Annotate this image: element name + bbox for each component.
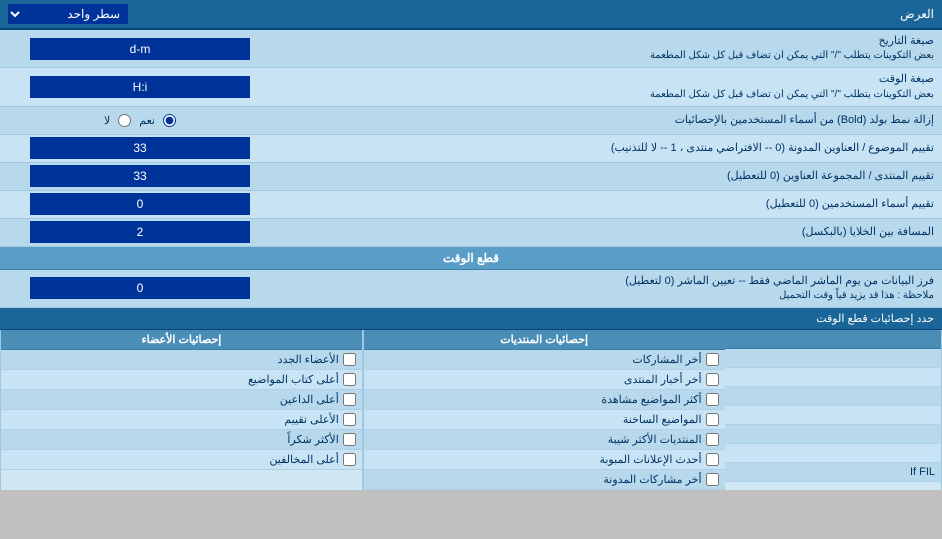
cutoff-days-input[interactable] [30,277,250,299]
cutoff-days-note: ملاحظة : هذا قد يزيد قياً وقت التحميل [288,289,934,303]
checkbox-posts-3[interactable] [706,393,719,406]
user-names-row: تقييم أسماء المستخدمين (0 للتعطيل) [0,191,942,219]
date-format-row: صيغة التاريخ بعض التكوينات يتطلب "/" الت… [0,30,942,68]
bold-no-label: لا [104,114,110,127]
stats-members-1: الأعضاء الجدد [1,350,362,370]
date-format-input[interactable] [30,38,250,60]
checkbox-members-4[interactable] [343,413,356,426]
stats-posts-6: أحدث الإعلانات المبوبة [364,450,725,470]
header-row: العرض سطر واحد سطرين ثلاثة أسطر [0,0,942,30]
gap-row: المسافة بين الخلايا (بالبكسل) [0,219,942,247]
checkbox-members-6[interactable] [343,453,356,466]
gap-input-cell [0,219,280,245]
user-names-label: تقييم أسماء المستخدمين (0 للتعطيل) [280,193,942,216]
stats-members-3: أعلى الداعين [1,390,362,410]
time-format-note: بعض التكوينات يتطلب "/" التي يمكن ان تضا… [288,88,934,102]
time-format-label: صيغة الوقت بعض التكوينات يتطلب "/" التي … [280,68,942,105]
forum-order-row: تقييم الموضوع / العناوين المدونة (0 -- ا… [0,135,942,163]
stats-col-members: إحصائيات الأعضاء الأعضاء الجدد أعلى كتاب… [0,330,363,490]
forum-order-input-cell [0,135,280,161]
stats-col-empty: If FIL [725,330,942,490]
stats-posts-2: أخر أخبار المنتدى [364,370,725,390]
bold-no-radio[interactable] [118,114,131,127]
gap-input[interactable] [30,221,250,243]
cutoff-days-input-cell [0,275,280,301]
stats-posts-7: أخر مشاركات المدونة [364,470,725,490]
checkbox-posts-2[interactable] [706,373,719,386]
stats-empty-5 [725,425,941,444]
cutoff-days-row: فرز البيانات من يوم الماشر الماضي فقط --… [0,270,942,308]
user-names-input-cell [0,191,280,217]
stats-header-label: حدد إحصائيات قطع الوقت [816,312,934,325]
forum-order-input[interactable] [30,137,250,159]
time-format-title: صيغة الوقت [288,72,934,87]
stats-members-header: إحصائيات الأعضاء [1,330,362,350]
time-format-input[interactable] [30,76,250,98]
bold-radio-group: نعم لا [104,114,176,127]
date-format-input-cell [0,36,280,62]
forum-group-label: تقييم المنتدى / المجموعة العناوين (0 للت… [280,165,942,188]
checkbox-members-3[interactable] [343,393,356,406]
stats-posts-3: أكثر المواضيع مشاهدة [364,390,725,410]
stats-posts-4: المواضيع الساخنة [364,410,725,430]
date-format-label: صيغة التاريخ بعض التكوينات يتطلب "/" الت… [280,30,942,67]
bold-remove-input-cell: نعم لا [0,112,280,129]
stats-section: حدد إحصائيات قطع الوقت If FIL إحصائيات ا… [0,308,942,490]
stats-empty-7: If FIL [725,463,941,482]
stats-posts-1: أخر المشاركات [364,350,725,370]
checkbox-posts-1[interactable] [706,353,719,366]
checkbox-posts-4[interactable] [706,413,719,426]
gap-label: المسافة بين الخلايا (بالبكسل) [280,221,942,244]
stats-col-posts: إحصائيات المنتديات أخر المشاركات أخر أخب… [363,330,725,490]
forum-group-row: تقييم المنتدى / المجموعة العناوين (0 للت… [0,163,942,191]
checkbox-members-5[interactable] [343,433,356,446]
date-format-title: صيغة التاريخ [288,34,934,49]
stats-members-4: الأعلى تقييم [1,410,362,430]
checkbox-posts-6[interactable] [706,453,719,466]
stats-content: If FIL إحصائيات المنتديات أخر المشاركات … [0,330,942,490]
stats-empty-3 [725,387,941,406]
display-mode-select[interactable]: سطر واحد سطرين ثلاثة أسطر [8,4,128,24]
bold-yes-label: نعم [139,114,155,127]
bold-remove-label: إزالة نمط بولد (Bold) من أسماء المستخدمي… [280,109,942,132]
bold-remove-row: إزالة نمط بولد (Bold) من أسماء المستخدمي… [0,107,942,135]
user-names-input[interactable] [30,193,250,215]
stats-empty-header [725,330,941,349]
time-format-input-cell [0,74,280,100]
forum-group-input-cell [0,163,280,189]
forum-order-label: تقييم الموضوع / العناوين المدونة (0 -- ا… [280,137,942,160]
cutoff-days-title: فرز البيانات من يوم الماشر الماضي فقط --… [288,274,934,289]
time-format-row: صيغة الوقت بعض التكوينات يتطلب "/" التي … [0,68,942,106]
stats-posts-5: المنتديات الأكثر شيبة [364,430,725,450]
stats-empty-1 [725,349,941,368]
checkbox-members-1[interactable] [343,353,356,366]
stats-posts-header: إحصائيات المنتديات [364,330,725,350]
checkbox-posts-7[interactable] [706,473,719,486]
stats-members-2: أعلى كتاب المواضيع [1,370,362,390]
checkbox-posts-5[interactable] [706,433,719,446]
stats-empty-2 [725,368,941,387]
header-label: العرض [900,7,934,21]
bold-yes-radio[interactable] [163,114,176,127]
stats-members-6: أعلى المخالفين [1,450,362,470]
main-container: العرض سطر واحد سطرين ثلاثة أسطر صيغة الت… [0,0,942,490]
stats-members-5: الأكثر شكراً [1,430,362,450]
cutoff-section-header: قطع الوقت [0,247,942,270]
forum-group-input[interactable] [30,165,250,187]
cutoff-days-label: فرز البيانات من يوم الماشر الماضي فقط --… [280,270,942,307]
checkbox-members-2[interactable] [343,373,356,386]
stats-empty-4 [725,406,941,425]
stats-header-row: حدد إحصائيات قطع الوقت [0,308,942,330]
date-format-note: بعض التكوينات يتطلب "/" التي يمكن ان تضا… [288,49,934,63]
stats-empty-6 [725,444,941,463]
